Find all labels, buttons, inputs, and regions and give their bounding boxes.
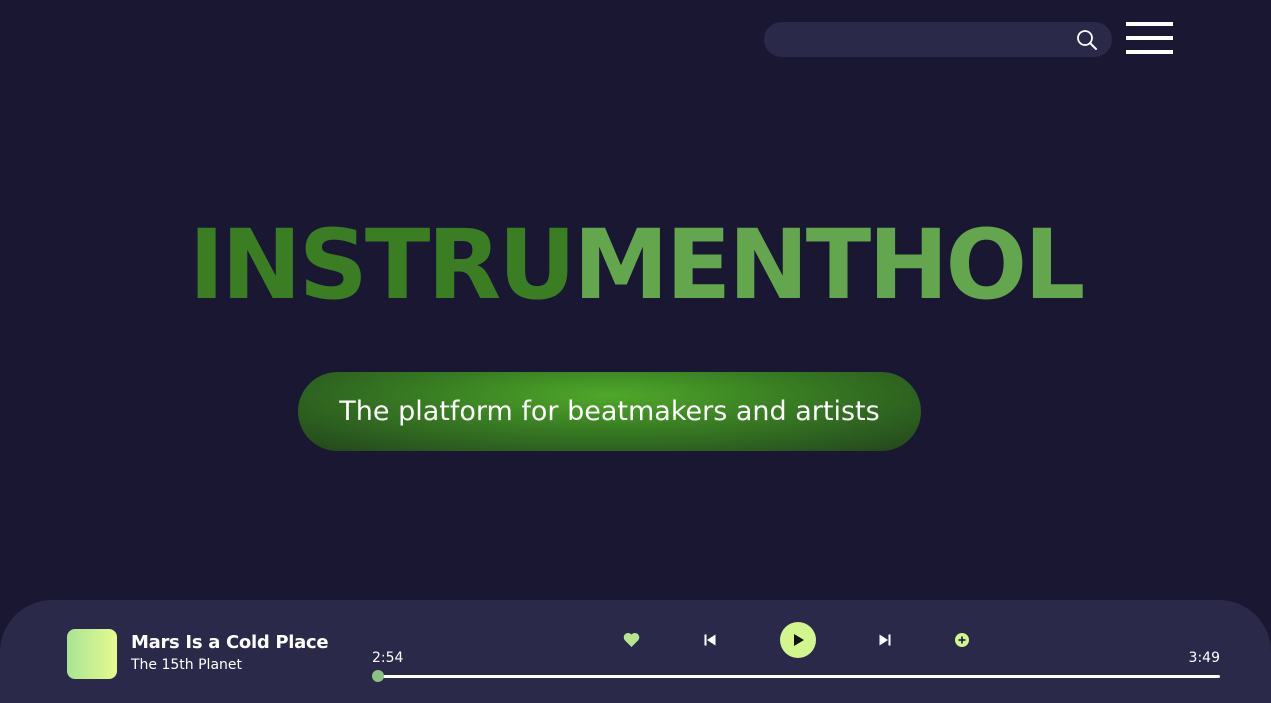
search-input[interactable] (780, 22, 1074, 59)
search-bar[interactable] (764, 22, 1112, 59)
current-time: 2:54 (372, 650, 404, 666)
plus-circle-icon[interactable] (955, 633, 969, 647)
hero-title: INSTRUMENTHOL (0, 213, 1271, 317)
hero-title-part1: INSTRU (188, 209, 577, 321)
skip-next-icon[interactable] (879, 634, 891, 646)
progress-handle[interactable] (372, 670, 384, 682)
track-artist[interactable]: The 15th Planet (131, 657, 242, 673)
tagline-pill: The platform for beatmakers and artists (298, 372, 921, 451)
music-player: Mars Is a Cold Place The 15th Planet 2:5… (0, 600, 1271, 703)
play-button[interactable] (780, 622, 816, 658)
progress-bar[interactable] (378, 675, 1220, 678)
track-title[interactable]: Mars Is a Cold Place (131, 632, 329, 653)
hamburger-menu-icon (1126, 22, 1173, 26)
skip-previous-icon[interactable] (704, 634, 716, 646)
search-icon[interactable] (1076, 29, 1098, 51)
tagline-text: The platform for beatmakers and artists (339, 396, 880, 427)
heart-icon[interactable] (623, 632, 640, 647)
menu-button[interactable] (1126, 22, 1173, 56)
play-icon (794, 634, 804, 646)
total-time: 3:49 (1188, 650, 1220, 666)
album-cover[interactable] (67, 629, 117, 679)
hero-title-part2: MENTHOL (573, 209, 1085, 321)
